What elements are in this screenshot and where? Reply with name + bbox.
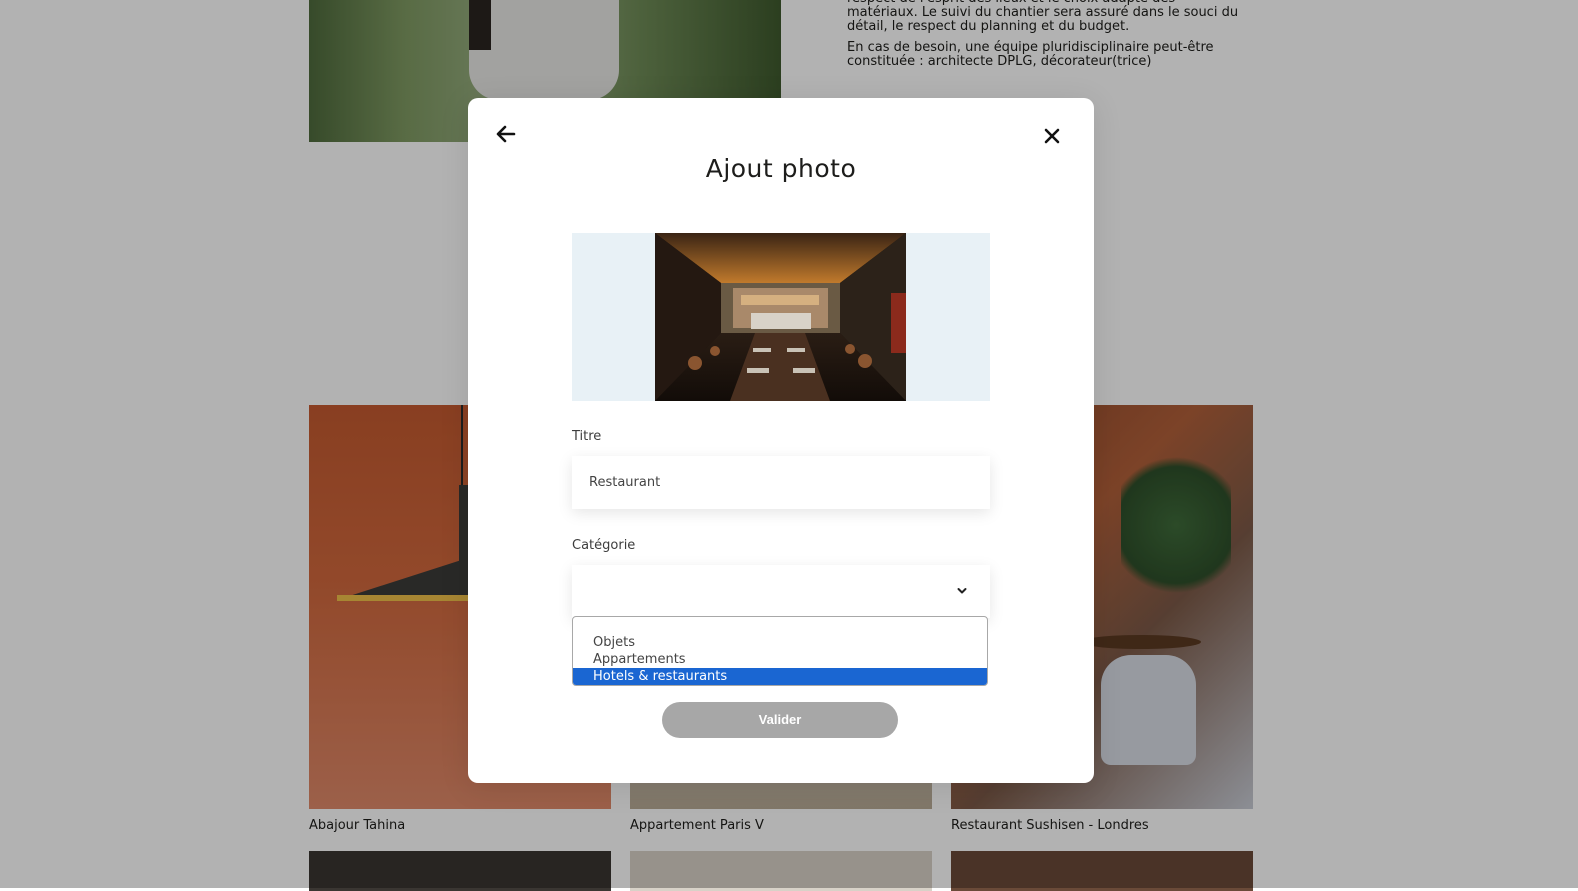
category-label: Catégorie: [572, 538, 636, 553]
dropdown-option[interactable]: Objets: [573, 634, 987, 651]
restaurant-image: [655, 233, 906, 401]
close-icon: [1044, 128, 1060, 144]
arrow-left-icon: [496, 125, 516, 143]
dropdown-option[interactable]: Appartements: [573, 651, 987, 668]
modal-title: Ajout photo: [705, 154, 857, 183]
title-input[interactable]: [572, 456, 990, 509]
back-button[interactable]: [494, 122, 518, 146]
dropdown-option-highlighted[interactable]: Hotels & restaurants: [573, 668, 987, 685]
uploaded-photo: [655, 233, 906, 401]
category-select[interactable]: [572, 565, 990, 618]
add-photo-modal: Ajout photo Titre Restaurant Catégorie O…: [468, 98, 1094, 783]
photo-preview: [572, 233, 990, 401]
title-label: Titre: [572, 429, 602, 444]
submit-button[interactable]: Valider: [662, 702, 898, 738]
close-button[interactable]: [1040, 124, 1064, 148]
chevron-down-icon: [957, 588, 967, 594]
category-dropdown[interactable]: Objets Appartements Hotels & restaurants: [572, 616, 988, 686]
